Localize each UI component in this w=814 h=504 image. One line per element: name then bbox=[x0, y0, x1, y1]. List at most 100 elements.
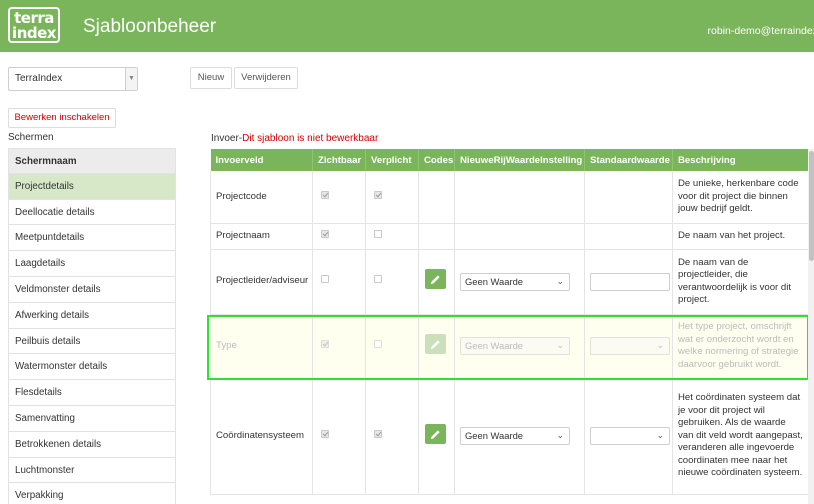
required-checkbox[interactable] bbox=[374, 429, 382, 438]
field-description: Het type project, omschrijft wat er onde… bbox=[672, 314, 809, 379]
screen-list-header: Schermnaam bbox=[8, 148, 176, 174]
visible-checkbox[interactable] bbox=[321, 275, 329, 284]
chevron-down-icon: ⌄ bbox=[556, 430, 564, 440]
new-button[interactable]: Nieuw bbox=[190, 67, 232, 89]
pencil-icon bbox=[430, 275, 440, 285]
field-description: De naam van het project. bbox=[672, 223, 809, 250]
app-header: terra index Sjabloonbeheer robin-demo@te… bbox=[0, 0, 814, 52]
required-checkbox[interactable] bbox=[374, 275, 382, 284]
sidebar-item-peilbuis-details[interactable]: Peilbuis details bbox=[8, 328, 176, 355]
screens-label: Schermen bbox=[8, 132, 54, 143]
default-value-cell: ⌄ bbox=[584, 314, 673, 379]
terraindex-logo[interactable]: terra index bbox=[8, 7, 60, 43]
required-checkbox[interactable] bbox=[374, 190, 382, 199]
chevron-down-icon: ⌄ bbox=[656, 430, 664, 440]
sidebar-item-luchtmonster[interactable]: Luchtmonster bbox=[8, 457, 176, 484]
sidebar-item-projectdetails[interactable]: Projectdetails bbox=[8, 173, 176, 200]
required-cell bbox=[365, 171, 419, 224]
sidebar-item-verpakking[interactable]: Verpakking bbox=[8, 483, 176, 504]
chevron-down-icon: ▼ bbox=[125, 68, 137, 90]
field-name: Coördinatensysteem bbox=[210, 378, 313, 495]
new-row-value-dropdown[interactable]: Geen Waarde ⌄ bbox=[460, 337, 570, 355]
default-value-cell: ⌄ bbox=[584, 378, 673, 495]
visible-cell bbox=[312, 249, 366, 315]
chevron-down-icon: ⌄ bbox=[556, 275, 564, 286]
table-row: Type Geen Waarde ⌄ ⌄ Het type project, om… bbox=[210, 314, 809, 379]
chevron-down-icon: ⌄ bbox=[556, 340, 564, 350]
table-header-row: Invoerveld Zichtbaar Verplicht Codes Nie… bbox=[210, 149, 809, 171]
dropdown-value: Geen Waarde bbox=[465, 430, 524, 441]
pencil-icon bbox=[430, 340, 440, 349]
vertical-scrollbar[interactable] bbox=[808, 149, 814, 504]
sidebar-item-watermonster-details[interactable]: Watermonster details bbox=[8, 354, 176, 381]
sidebar-item-deellocatie-details[interactable]: Deellocatie details bbox=[8, 199, 176, 226]
enable-edit-button[interactable]: Bewerken inschakelen bbox=[8, 108, 116, 128]
visible-cell bbox=[312, 223, 366, 250]
sidebar-item-veldmonster-details[interactable]: Veldmonster details bbox=[8, 276, 176, 303]
field-description: Het coördinaten systeem dat je voor dit … bbox=[672, 378, 809, 495]
sidebar-item-meetpuntdetails[interactable]: Meetpuntdetails bbox=[8, 225, 176, 252]
table-row: Projectleider/adviseur Geen Waarde ⌄ De n… bbox=[210, 249, 809, 315]
edit-codes-button[interactable] bbox=[425, 269, 446, 290]
column-header-nieuwe-rij-waarde: NieuweRijWaardeInstelling bbox=[454, 149, 585, 171]
visible-checkbox[interactable] bbox=[321, 429, 329, 438]
column-header-zichtbaar: Zichtbaar bbox=[312, 149, 366, 171]
visible-cell bbox=[312, 314, 366, 379]
default-value-input[interactable] bbox=[590, 272, 670, 291]
codes-cell bbox=[418, 223, 455, 250]
required-cell bbox=[365, 223, 419, 250]
codes-cell bbox=[418, 171, 455, 224]
new-row-value-cell: Geen Waarde ⌄ bbox=[454, 249, 585, 315]
column-header-verplicht: Verplicht bbox=[365, 149, 419, 171]
sidebar-item-flesdetails[interactable]: Flesdetails bbox=[8, 380, 176, 406]
sidebar-item-betrokkenen-details[interactable]: Betrokkenen details bbox=[8, 431, 176, 458]
new-row-value-dropdown[interactable]: Geen Waarde ⌄ bbox=[460, 427, 570, 445]
logo-line-2: index bbox=[12, 24, 56, 42]
column-header-codes: Codes bbox=[418, 149, 455, 171]
scrollbar-thumb[interactable] bbox=[809, 151, 814, 261]
table-row: Coördinatensysteem Geen Waarde ⌄ ⌄ Het co… bbox=[210, 378, 809, 495]
table-row: Projectcode De unieke, herkenbare code v… bbox=[210, 171, 809, 224]
visible-checkbox[interactable] bbox=[321, 229, 329, 238]
section-title-prefix: Invoer- bbox=[211, 133, 243, 144]
new-row-value-cell: Geen Waarde ⌄ bbox=[454, 314, 585, 379]
dropdown-value: Geen Waarde bbox=[465, 275, 524, 287]
visible-checkbox[interactable] bbox=[321, 339, 329, 348]
section-title: Invoer-Dit sjabloon is niet bewerkbaar bbox=[211, 133, 378, 144]
field-name: Type bbox=[210, 314, 313, 379]
dropdown-value: Geen Waarde bbox=[465, 340, 524, 351]
default-value-cell bbox=[584, 223, 673, 250]
column-header-invoerveld: Invoerveld bbox=[210, 149, 313, 171]
field-name: Projectcode bbox=[210, 171, 313, 224]
delete-button[interactable]: Verwijderen bbox=[234, 67, 298, 89]
visible-cell bbox=[312, 378, 366, 495]
required-cell bbox=[365, 378, 419, 495]
visible-cell bbox=[312, 171, 366, 224]
column-header-standaardwaarde: Standaardwaarde bbox=[584, 149, 673, 171]
pencil-icon bbox=[430, 430, 440, 439]
app-title: Sjabloonbeheer bbox=[83, 16, 217, 37]
template-select-value: TerraIndex bbox=[15, 73, 63, 84]
user-menu[interactable]: robin-demo@terraindex bbox=[708, 25, 814, 37]
required-cell bbox=[365, 249, 419, 315]
required-checkbox[interactable] bbox=[374, 229, 382, 238]
visible-checkbox[interactable] bbox=[321, 190, 329, 199]
sidebar-item-afwerking-details[interactable]: Afwerking details bbox=[8, 302, 176, 329]
default-value-dropdown[interactable]: ⌄ bbox=[590, 427, 670, 445]
field-description: De naam van de projectleider, die verant… bbox=[672, 249, 809, 315]
codes-cell bbox=[418, 249, 455, 315]
default-value-dropdown[interactable]: ⌄ bbox=[590, 337, 670, 355]
new-row-value-dropdown[interactable]: Geen Waarde ⌄ bbox=[460, 272, 570, 291]
template-select[interactable]: TerraIndex ▼ bbox=[8, 67, 138, 91]
fields-table: Invoerveld Zichtbaar Verplicht Codes Nie… bbox=[210, 149, 809, 495]
sidebar-item-laagdetails[interactable]: Laagdetails bbox=[8, 251, 176, 277]
required-checkbox[interactable] bbox=[374, 339, 382, 348]
edit-codes-button[interactable] bbox=[425, 423, 446, 444]
codes-cell bbox=[418, 314, 455, 379]
not-editable-warning: Dit sjabloon is niet bewerkbaar bbox=[242, 133, 379, 144]
required-cell bbox=[365, 314, 419, 379]
sidebar-item-samenvatting[interactable]: Samenvatting bbox=[8, 405, 176, 432]
column-header-beschrijving: Beschrijving bbox=[672, 149, 809, 171]
edit-codes-button[interactable] bbox=[425, 333, 446, 354]
screen-list: Schermnaam Projectdetails Deellocatie de… bbox=[8, 148, 176, 504]
